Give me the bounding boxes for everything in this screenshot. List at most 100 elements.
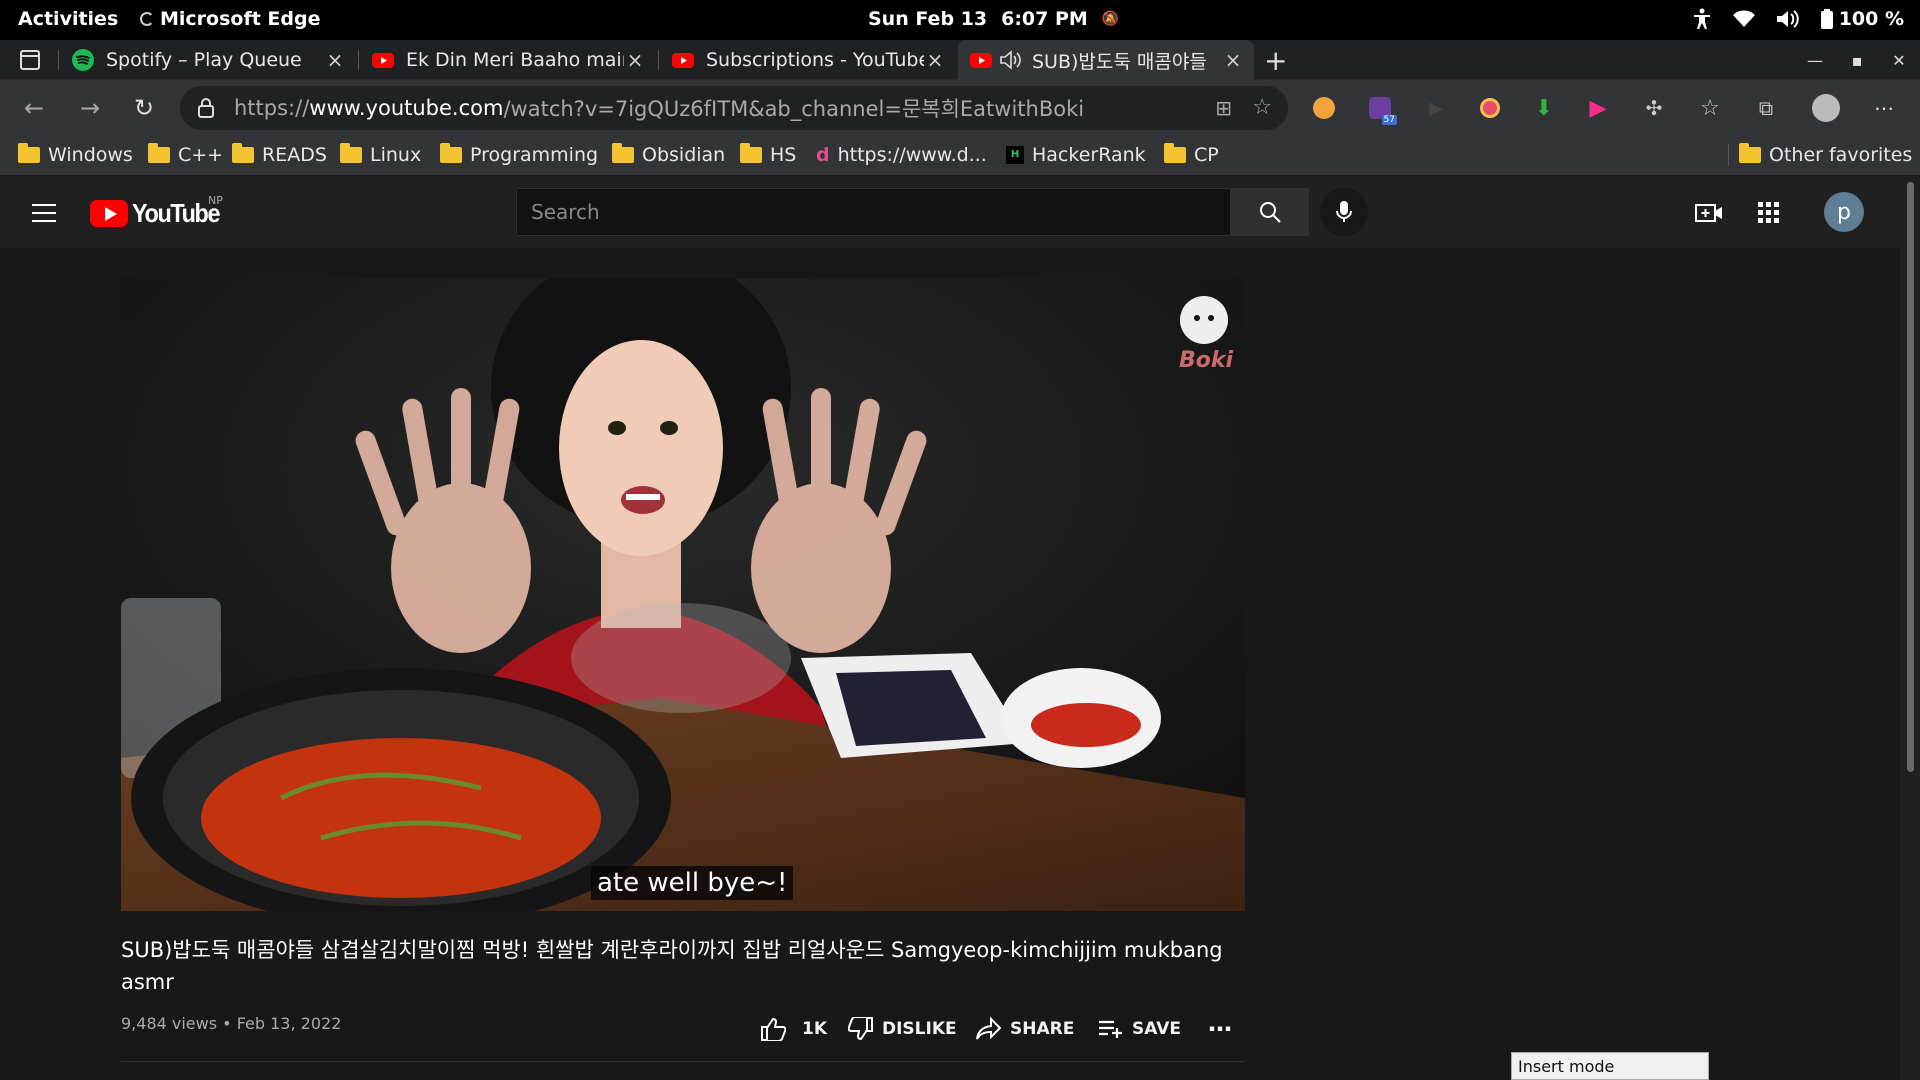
bookmark-programming[interactable]: Programming <box>440 143 598 166</box>
youtube-icon <box>372 53 394 68</box>
reload-button[interactable]: ↻ <box>126 90 162 126</box>
channel-watermark[interactable]: Boki <box>1179 348 1233 373</box>
tab-subscriptions[interactable]: Subscriptions - YouTube × <box>660 40 956 80</box>
clock[interactable]: Sun Feb 13 6:07 PM 🔕 <box>868 8 1119 30</box>
more-actions-icon[interactable]: ⋯ <box>1208 1014 1232 1044</box>
edge-icon <box>140 12 154 26</box>
extension-honey-icon[interactable] <box>1310 94 1338 122</box>
volume-icon <box>1776 10 1799 28</box>
extension-play-icon[interactable]: ▶ <box>1584 94 1612 122</box>
address-bar[interactable]: https://www.youtube.com/watch?v=7igQUz6f… <box>180 86 1288 130</box>
favorites-icon[interactable]: ☆ <box>1696 94 1724 122</box>
menu-icon[interactable] <box>32 204 56 228</box>
scrollbar-thumb[interactable] <box>1907 182 1914 772</box>
browser-menu-icon[interactable]: ⋯ <box>1870 94 1898 122</box>
apps-grid-icon[interactable] <box>1754 198 1784 228</box>
bookmark-cp[interactable]: CP <box>1164 143 1219 166</box>
search-button[interactable] <box>1231 188 1309 236</box>
profile-icon[interactable] <box>1812 94 1840 122</box>
folder-icon <box>612 143 634 163</box>
share-button[interactable]: SHARE <box>976 1014 1074 1044</box>
save-label: SAVE <box>1132 1019 1182 1039</box>
close-window-icon[interactable]: ✕ <box>1878 51 1920 70</box>
audio-playing-icon[interactable] <box>1000 50 1022 70</box>
hackerrank-icon: H <box>1006 146 1024 164</box>
folder-icon <box>18 143 40 163</box>
collections-icon[interactable]: ⧉ <box>1752 94 1780 122</box>
save-button[interactable]: SAVE <box>1098 1014 1181 1044</box>
account-avatar[interactable]: p <box>1824 192 1864 232</box>
folder-icon <box>1164 143 1186 163</box>
tab-close-icon[interactable]: × <box>1222 48 1244 72</box>
tab-close-icon[interactable]: × <box>924 48 946 72</box>
divider <box>121 1061 1245 1062</box>
battery-percent: 100 % <box>1838 8 1904 30</box>
system-top-bar: Activities Microsoft Edge Sun Feb 13 6:0… <box>0 0 1920 40</box>
bookmark-obsidian[interactable]: Obsidian <box>612 143 725 166</box>
search-icon <box>1260 202 1281 223</box>
dislike-label: DISLIKE <box>882 1019 957 1039</box>
extension-download-icon[interactable]: ⬇ <box>1530 94 1558 122</box>
folder-icon <box>1739 143 1761 163</box>
lock-icon <box>198 98 214 118</box>
extension-tabs-icon[interactable]: 57 <box>1366 94 1397 125</box>
extension-dimmed-icon[interactable]: ▶ <box>1422 94 1450 122</box>
folder-icon <box>740 143 762 163</box>
tab-close-icon[interactable]: × <box>624 48 646 72</box>
battery-icon <box>1820 9 1833 29</box>
tab-title: Subscriptions - YouTube <box>706 49 924 71</box>
add-favorite-icon[interactable]: ☆ <box>1252 95 1272 120</box>
dislike-button[interactable]: DISLIKE <box>848 1014 957 1044</box>
tab-close-icon[interactable]: × <box>324 48 346 72</box>
voice-search-button[interactable] <box>1320 188 1368 236</box>
bookmark-linux[interactable]: Linux <box>340 143 421 166</box>
bookmark-hackerrank[interactable]: H HackerRank <box>1006 144 1146 166</box>
like-button[interactable]: 1K <box>760 1014 827 1044</box>
browser-tab-strip: Spotify – Play Queue × Ek Din Meri Baaho… <box>0 40 1920 80</box>
url-prefix: https:// <box>234 96 310 120</box>
system-tray[interactable]: 100 % <box>1693 8 1904 30</box>
create-video-icon[interactable] <box>1694 198 1724 228</box>
view-count: 9,484 views <box>121 1014 218 1033</box>
bookmark-reads[interactable]: READS <box>232 143 327 166</box>
new-tab-button[interactable]: + <box>1264 44 1287 77</box>
share-label: SHARE <box>1010 1019 1075 1039</box>
tab-active-video[interactable]: SUB)밥도둑 매콤야들 × <box>958 40 1254 80</box>
activities-button[interactable]: Activities <box>18 8 118 30</box>
bookmark-cpp[interactable]: C++ <box>148 143 223 166</box>
app-name: Microsoft Edge <box>160 8 321 30</box>
extensions-puzzle-icon[interactable]: ✣ <box>1640 94 1668 122</box>
clock-date: Sun Feb 13 <box>868 8 988 30</box>
clock-time: 6:07 PM <box>1001 8 1088 30</box>
bookmark-hs[interactable]: HS <box>740 143 796 166</box>
tab-count-badge: 57 <box>1381 115 1397 125</box>
tab-actions-icon[interactable] <box>20 50 40 70</box>
other-favorites[interactable]: Other favorites <box>1728 143 1912 166</box>
bookmark-windows[interactable]: Windows <box>18 143 133 166</box>
insert-mode-indicator: Insert mode <box>1511 1052 1709 1080</box>
bookmark-link-d[interactable]: d https://www.d... <box>816 144 987 166</box>
extension-ublock-icon[interactable] <box>1476 94 1504 122</box>
logo-text: YouTube <box>132 198 221 228</box>
folder-icon <box>340 143 362 163</box>
back-button[interactable]: ← <box>16 90 52 126</box>
accessibility-icon <box>1693 8 1710 29</box>
upload-date: Feb 13, 2022 <box>236 1014 342 1033</box>
tab-ek-din[interactable]: Ek Din Meri Baaho main × <box>360 40 656 80</box>
save-playlist-icon <box>1099 1020 1122 1038</box>
tab-spotify[interactable]: Spotify – Play Queue × <box>60 40 356 80</box>
folder-icon <box>440 143 462 163</box>
video-player[interactable]: Boki <box>121 278 1245 911</box>
video-caption: ate well bye~! <box>591 866 794 900</box>
forward-button[interactable]: → <box>72 90 108 126</box>
maximize-icon[interactable]: ▪ <box>1836 51 1878 70</box>
page-scrollbar[interactable] <box>1900 176 1920 1080</box>
minimize-icon[interactable]: — <box>1794 51 1836 70</box>
app-menu[interactable]: Microsoft Edge <box>140 8 321 30</box>
app-available-icon[interactable]: ⊞ <box>1215 96 1232 120</box>
do-not-disturb-icon: 🔕 <box>1101 11 1120 27</box>
search-input[interactable]: Search <box>516 188 1231 236</box>
video-frame <box>121 278 1245 911</box>
video-title: SUB)밥도둑 매콤야들 삼겹살김치말이찜 먹방! 흰쌀밥 계란후라이까지 집밥… <box>121 938 1223 994</box>
youtube-logo[interactable]: YouTube NP <box>90 194 229 229</box>
